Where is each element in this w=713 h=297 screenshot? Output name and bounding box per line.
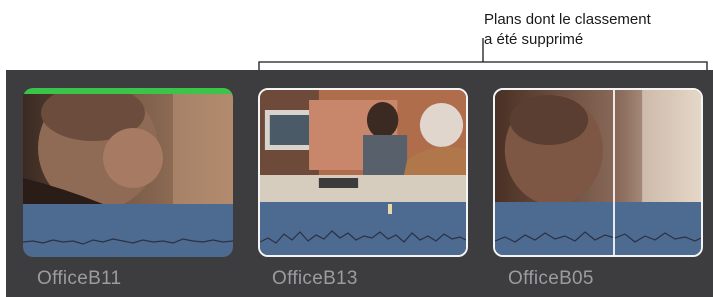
favorite-rating-bar (23, 88, 233, 94)
clip-name: OfficeB11 (37, 268, 122, 289)
callout-bracket (258, 38, 708, 71)
clip-officeb13[interactable] (258, 88, 468, 257)
clip-name: OfficeB13 (272, 268, 358, 289)
clip-thumbnail (23, 88, 233, 204)
audio-waveform (260, 202, 466, 255)
audio-waveform (495, 202, 701, 255)
clip-thumbnail (260, 90, 466, 206)
audio-waveform (23, 204, 233, 257)
clip-name: OfficeB05 (508, 268, 594, 289)
skimmer-playhead[interactable] (613, 90, 615, 255)
clip-officeb11[interactable] (23, 88, 233, 257)
clip-officeb05[interactable] (493, 88, 703, 257)
clip-thumbnail (495, 90, 701, 206)
